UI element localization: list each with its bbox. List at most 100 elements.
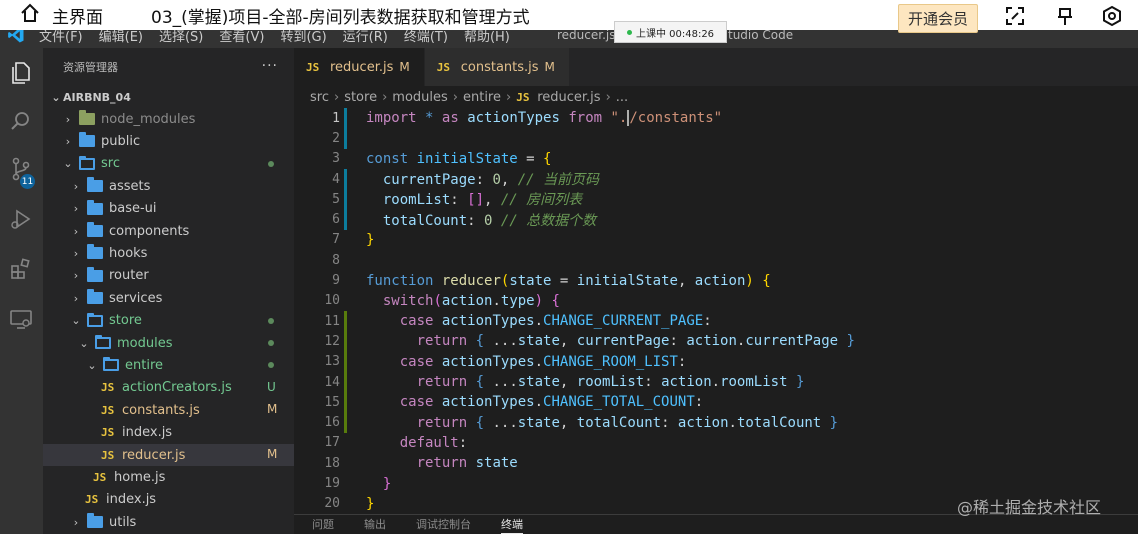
- js-file-icon: JS: [85, 493, 99, 507]
- tree-item[interactable]: › base-ui: [43, 198, 294, 220]
- breadcrumb-src[interactable]: src: [310, 90, 329, 105]
- code-text: default:: [366, 435, 467, 451]
- tree-item[interactable]: ⌄ entire: [43, 354, 294, 376]
- code-token: :: [661, 414, 678, 431]
- tree-item[interactable]: › router: [43, 265, 294, 287]
- code-token: CHANGE_TOTAL_COUNT: [543, 394, 695, 411]
- panel-tab-output[interactable]: 输出: [364, 516, 386, 534]
- folder-icon: [79, 155, 95, 170]
- code-token: ...: [484, 414, 518, 431]
- home-icon: [20, 3, 40, 27]
- breadcrumb-file[interactable]: reducer.js: [537, 90, 600, 105]
- code-line: 14 return { ...state, roomList: action.r…: [294, 372, 1138, 392]
- breadcrumb-store[interactable]: store: [344, 90, 377, 105]
- tree-item[interactable]: JS constants.js M: [43, 399, 294, 421]
- tree-item[interactable]: › assets: [43, 175, 294, 197]
- panel-tab-debug-console[interactable]: 调试控制台: [416, 516, 471, 534]
- tree-item[interactable]: ⌄ modules: [43, 332, 294, 354]
- code-token: roomList: [382, 192, 451, 209]
- folder-icon: [87, 312, 103, 327]
- tree-item[interactable]: JS actionCreators.js U: [43, 377, 294, 399]
- code-token: actionTypes: [441, 353, 535, 370]
- breadcrumb-entire[interactable]: entire: [463, 90, 501, 105]
- code-line: 7}: [294, 230, 1138, 250]
- tree-item-label: constants.js: [122, 402, 200, 418]
- code-token: .: [728, 414, 737, 431]
- project-root[interactable]: ⌄ AIRBNB_04: [43, 86, 294, 108]
- code-line: 6 totalCount: 0 // 总数据个数: [294, 210, 1138, 230]
- code-token: ,: [484, 192, 501, 209]
- tree-item[interactable]: JS reducer.js M: [43, 444, 294, 466]
- tree-item[interactable]: JS home.js: [43, 466, 294, 488]
- tree-item-label: modules: [117, 335, 173, 351]
- code-token: case: [399, 313, 434, 330]
- code-token: }: [382, 475, 392, 492]
- breadcrumb-symbols[interactable]: ...: [616, 90, 628, 105]
- code-text: return state: [366, 455, 518, 471]
- line-number: 15: [324, 394, 340, 410]
- video-player-bar: 主界面 03_(掌握)项目-全部-房间列表数据获取和管理方式 开通会员: [0, 0, 1138, 33]
- js-file-icon: JS: [306, 60, 320, 74]
- tree-item[interactable]: JS index.js: [43, 489, 294, 511]
- more-actions-icon[interactable]: ···: [262, 58, 278, 74]
- shrink-icon[interactable]: [1004, 5, 1026, 27]
- home-button[interactable]: 主界面: [20, 3, 103, 28]
- code-token: =: [517, 150, 544, 167]
- code-token: ,: [677, 272, 695, 289]
- extensions-icon[interactable]: [6, 254, 36, 284]
- git-status-dot: [268, 160, 274, 167]
- tree-item[interactable]: › services: [43, 287, 294, 309]
- code-token: import: [366, 110, 417, 127]
- tree-item-label: assets: [109, 178, 151, 194]
- remote-explorer-icon[interactable]: [6, 304, 36, 334]
- tree-item[interactable]: › node_modules: [43, 108, 294, 130]
- code-text: return { ...state, roomList: action.room…: [366, 374, 805, 391]
- tree-item[interactable]: › components: [43, 220, 294, 242]
- tree-item[interactable]: › hooks: [43, 242, 294, 264]
- open-vip-button[interactable]: 开通会员: [898, 4, 978, 33]
- tree-item[interactable]: › utils: [43, 511, 294, 533]
- settings-icon[interactable]: [1101, 5, 1123, 27]
- breadcrumb-modules[interactable]: modules: [392, 90, 448, 105]
- folder-icon: [87, 199, 103, 215]
- pin-icon[interactable]: [1054, 5, 1076, 27]
- tree-item[interactable]: JS index.js: [43, 422, 294, 444]
- run-debug-icon[interactable]: [6, 204, 36, 234]
- project-name: AIRBNB_04: [63, 90, 131, 104]
- folder-icon: [87, 513, 103, 529]
- code-token: action: [694, 272, 746, 289]
- code-token: ...: [484, 333, 518, 350]
- tab-constants[interactable]: JS constants.js M: [424, 48, 569, 86]
- chevron-down-icon: ⌄: [71, 314, 81, 328]
- js-file-icon: JS: [101, 403, 115, 417]
- tab-reducer[interactable]: JS reducer.js M: [294, 48, 424, 86]
- code-token: {: [762, 272, 771, 289]
- code-token: const: [366, 150, 409, 167]
- tree-item[interactable]: › public: [43, 130, 294, 152]
- tree-item[interactable]: ⌄ src: [43, 153, 294, 175]
- code-line: 19 }: [294, 473, 1138, 493]
- editor-tabs: JS reducer.js M JS constants.js M: [294, 48, 1138, 86]
- line-number: 1: [332, 110, 340, 126]
- line-number: 8: [332, 252, 340, 268]
- tree-item[interactable]: ⌄ store: [43, 310, 294, 332]
- code-line: 1 import * as actionTypes from "./constan…: [294, 108, 1138, 128]
- gutter-change-marker: [344, 108, 347, 149]
- code-text: case actionTypes.CHANGE_CURRENT_PAGE:: [366, 313, 712, 329]
- panel-tab-problems[interactable]: 问题: [312, 516, 334, 534]
- code-text: roomList: [], // 房间列表: [366, 189, 582, 209]
- tree-item-label: index.js: [122, 425, 173, 441]
- panel-tab-terminal[interactable]: 终端: [501, 516, 523, 534]
- search-icon[interactable]: [6, 106, 36, 136]
- line-number: 12: [324, 333, 340, 349]
- code-token: .: [711, 374, 721, 391]
- code-token: return: [416, 455, 468, 472]
- code-token: ): [534, 292, 544, 309]
- chevron-right-icon: ›: [73, 269, 79, 283]
- file-tree: › node_modules › public ⌄ src › assets › base-ui ›…: [43, 108, 294, 534]
- code-text: case actionTypes.CHANGE_ROOM_LIST:: [366, 353, 687, 370]
- code-token: {: [475, 333, 485, 350]
- explorer-icon[interactable]: [6, 58, 36, 88]
